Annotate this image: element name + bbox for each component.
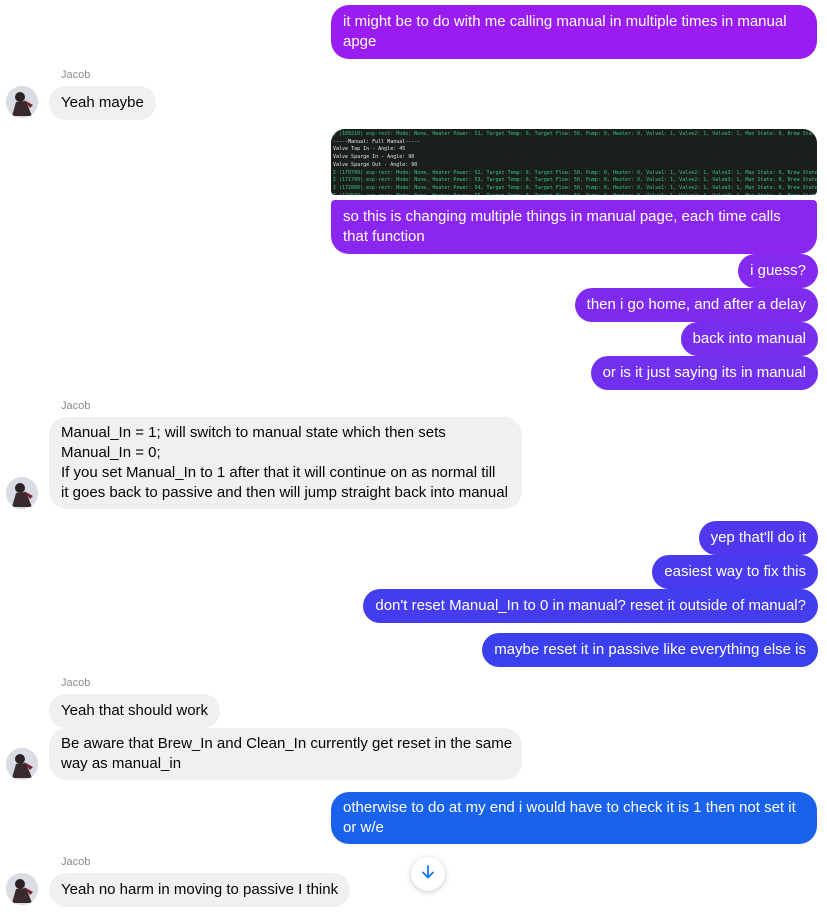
terminal-line: I (170700) esp-rest: Mode: None, Heater … — [333, 169, 817, 176]
outgoing-message[interactable]: don't reset Manual_In to 0 in manual? re… — [363, 589, 818, 623]
contact-avatar[interactable] — [6, 477, 38, 509]
contact-avatar[interactable] — [6, 86, 38, 118]
incoming-message[interactable]: Be aware that Brew_In and Clean_In curre… — [49, 728, 522, 780]
outgoing-message[interactable]: maybe reset it in passive like everythin… — [482, 633, 818, 667]
incoming-message[interactable]: Yeah that should work — [49, 694, 221, 728]
terminal-line: I (171700) esp-rest: Mode: None, Heater … — [333, 177, 817, 184]
message-text: it might be to do with me calling manual… — [343, 13, 787, 50]
terminal-line: Valve Tap In - Angle: 45 — [333, 146, 406, 153]
incoming-message[interactable]: Yeah no harm in moving to passive I thin… — [49, 873, 351, 907]
outgoing-message[interactable]: so this is changing multiple things in m… — [331, 200, 817, 254]
message-text: then i go home, and after a delay — [586, 296, 806, 313]
message-text: don't reset Manual_In to 0 in manual? re… — [375, 597, 806, 614]
outgoing-message[interactable]: yep that'll do it — [698, 521, 818, 555]
message-text: i guess? — [750, 262, 806, 279]
message-line: Manual_In = 1; will switch to manual sta… — [61, 424, 446, 441]
outgoing-message[interactable]: easiest way to fix this — [652, 555, 818, 589]
terminal-screenshot-attachment[interactable]: I (169210) esp-rest: Mode: None, Heater … — [331, 129, 817, 195]
outgoing-message[interactable]: otherwise to do at my end i would have t… — [331, 792, 817, 844]
scroll-to-bottom-button[interactable] — [411, 857, 445, 891]
outgoing-message[interactable]: i guess? — [738, 254, 818, 288]
outgoing-message[interactable]: then i go home, and after a delay — [574, 288, 818, 322]
terminal-line: Valve Sparge Out - Angle: 90 — [333, 161, 418, 168]
terminal-line: I (172800) esp-rest: Mode: None, Heater … — [333, 184, 817, 191]
incoming-message[interactable]: Yeah maybe — [49, 86, 156, 120]
message-line: If you set Manual_In to 1 after that it … — [61, 464, 496, 481]
message-text: so this is changing multiple things in m… — [343, 208, 781, 245]
arrow-down-icon — [421, 865, 435, 883]
message-line: Manual_In = 0; — [61, 444, 161, 461]
message-line: or w/e — [343, 819, 384, 836]
message-text: easiest way to fix this — [664, 563, 806, 580]
outgoing-message[interactable]: or is it just saying its in manual — [590, 356, 818, 390]
contact-avatar[interactable] — [6, 873, 38, 905]
message-text: Yeah no harm in moving to passive I thin… — [61, 881, 339, 898]
message-text: Yeah maybe — [61, 94, 144, 111]
message-line: Be aware that Brew_In and Clean_In curre… — [61, 735, 513, 752]
terminal-line: -----Manual: Full Manual----- — [333, 138, 421, 145]
sender-name: Jacob — [61, 400, 91, 412]
outgoing-message[interactable]: it might be to do with me calling manual… — [331, 5, 817, 59]
terminal-line: I (169210) esp-rest: Mode: None, Heater … — [333, 131, 817, 137]
outgoing-message[interactable]: back into manual — [680, 322, 818, 356]
incoming-message[interactable]: Manual_In = 1; will switch to manual sta… — [49, 417, 522, 509]
message-line: otherwise to do at my end i would have t… — [343, 799, 796, 816]
message-text: back into manual — [692, 330, 806, 347]
sender-name: Jacob — [61, 856, 91, 868]
message-text: yep that'll do it — [710, 529, 806, 546]
sender-name: Jacob — [61, 677, 91, 689]
message-line: it goes back to passive and then will ju… — [61, 484, 508, 501]
message-line: way as manual_in — [61, 755, 182, 772]
message-text: or is it just saying its in manual — [602, 364, 806, 381]
message-text: maybe reset it in passive like everythin… — [494, 641, 806, 658]
message-text: Yeah that should work — [61, 702, 209, 719]
terminal-line: I (174560) esp-rest: Mode: None, Heater … — [333, 193, 817, 195]
contact-avatar[interactable] — [6, 748, 38, 780]
terminal-line: Valve Sparge In - Angle: 90 — [333, 154, 415, 161]
sender-name: Jacob — [61, 69, 91, 81]
